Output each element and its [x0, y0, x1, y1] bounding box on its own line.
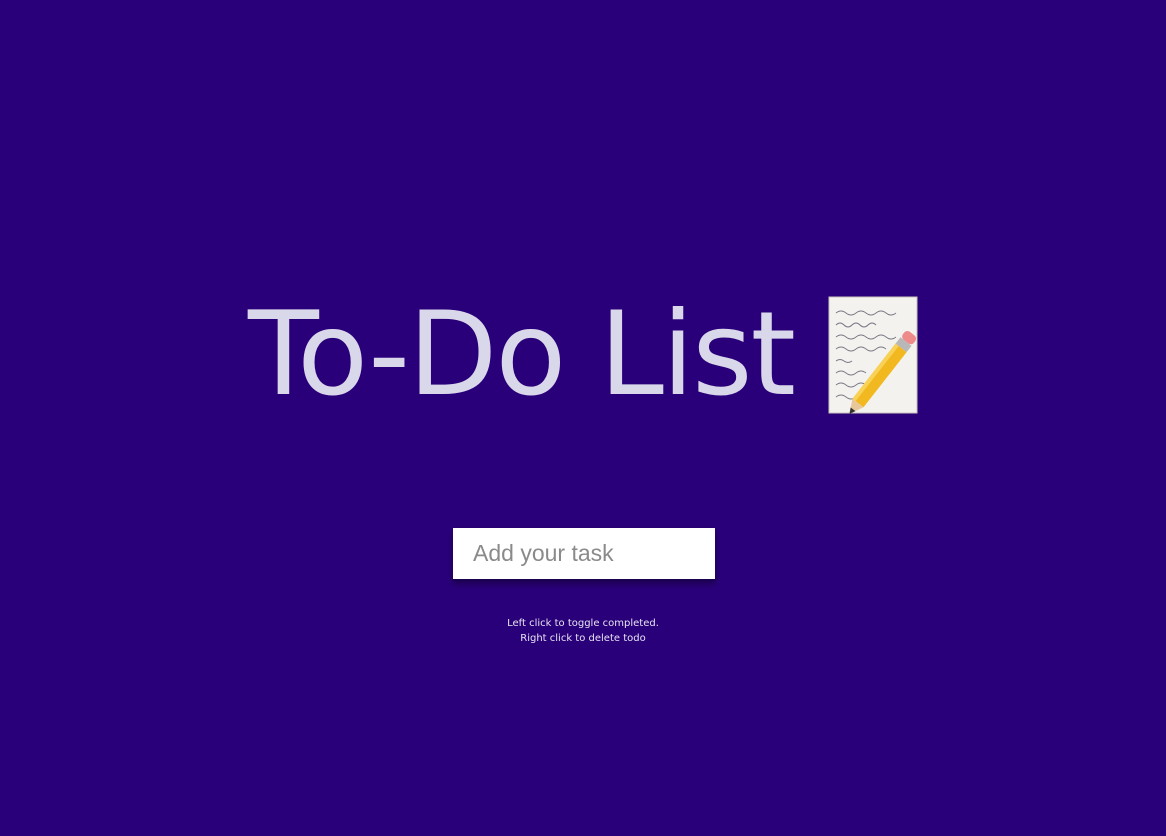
page-title: To-Do List: [247, 287, 796, 422]
task-input[interactable]: [453, 528, 715, 581]
title-row: To-Do List: [0, 292, 1166, 418]
todo-form: [453, 528, 715, 581]
page: To-Do List Add your task Left click to t…: [0, 0, 1166, 836]
hint-delete-text: Right click to delete todo: [520, 633, 646, 644]
usage-hint: Left click to toggle completed. Right cl…: [0, 616, 1166, 646]
hint-toggle-text: Left click to toggle completed.: [507, 618, 659, 629]
memo-icon: [828, 296, 918, 415]
